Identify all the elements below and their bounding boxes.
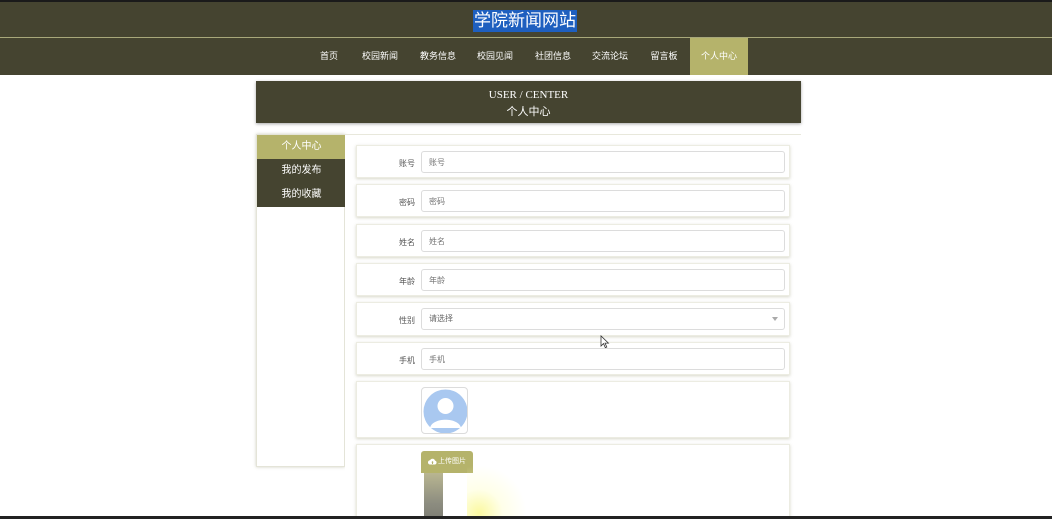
nav-item-message-board[interactable]: 留言板 <box>644 38 684 75</box>
highlight-glow <box>467 465 527 519</box>
age-label: 年龄 <box>399 277 415 286</box>
mouse-cursor-icon <box>600 335 610 349</box>
form-row-upload: 上传图片 <box>356 444 790 519</box>
gender-label: 性别 <box>399 316 415 325</box>
account-label: 账号 <box>399 159 415 168</box>
avatar-placeholder-icon <box>423 389 467 433</box>
gender-select[interactable]: 请选择 <box>421 308 785 330</box>
age-input[interactable] <box>421 269 785 291</box>
nav-divider <box>0 37 1052 38</box>
upload-preview-strip <box>424 473 443 519</box>
page-header: USER / CENTER 个人中心 <box>256 81 801 123</box>
name-input[interactable] <box>421 230 785 252</box>
avatar <box>421 387 468 434</box>
phone-label: 手机 <box>399 356 415 365</box>
nav-item-academic-info[interactable]: 教务信息 <box>414 38 462 75</box>
upload-button-label: 上传图片 <box>438 458 466 465</box>
sidebar-item-my-favorites[interactable]: 我的收藏 <box>257 183 346 207</box>
chevron-down-icon <box>772 317 778 321</box>
form-row-name: 姓名 <box>356 224 790 257</box>
form-row-account: 账号 <box>356 145 790 178</box>
page-header-en: USER / CENTER <box>488 89 569 101</box>
upload-image-button[interactable]: 上传图片 <box>421 451 473 473</box>
form-row-phone: 手机 <box>356 342 790 375</box>
sidebar: 个人中心 我的发布 我的收藏 <box>256 134 346 467</box>
nav-item-home[interactable]: 首页 <box>313 38 345 75</box>
phone-input[interactable] <box>421 348 785 370</box>
nav-item-forum[interactable]: 交流论坛 <box>586 38 634 75</box>
password-label: 密码 <box>399 198 415 207</box>
nav-item-campus-news[interactable]: 校园新闻 <box>356 38 404 75</box>
form-row-age: 年龄 <box>356 263 790 296</box>
sidebar-item-my-posts[interactable]: 我的发布 <box>257 159 346 183</box>
nav-item-campus-stories[interactable]: 校园见闻 <box>471 38 519 75</box>
nav-item-user-center[interactable]: 个人中心 <box>690 38 748 75</box>
name-label: 姓名 <box>399 238 415 247</box>
password-input[interactable] <box>421 190 785 212</box>
account-input[interactable] <box>421 151 785 173</box>
cloud-upload-icon <box>427 458 437 465</box>
top-title-bar: 学院新闻网站 <box>0 0 1052 38</box>
page-header-zh: 个人中心 <box>506 106 551 118</box>
nav-item-club-info[interactable]: 社团信息 <box>529 38 577 75</box>
main-nav: 首页 校园新闻 教务信息 校园见闻 社团信息 交流论坛 留言板 个人中心 <box>0 38 1052 75</box>
form-row-avatar <box>356 381 790 438</box>
form-row-gender: 性别 请选择 <box>356 302 790 336</box>
form-row-password: 密码 <box>356 184 790 217</box>
sidebar-item-user-center[interactable]: 个人中心 <box>257 135 346 159</box>
gender-selected-value: 请选择 <box>429 314 453 323</box>
site-title: 学院新闻网站 <box>473 10 577 32</box>
